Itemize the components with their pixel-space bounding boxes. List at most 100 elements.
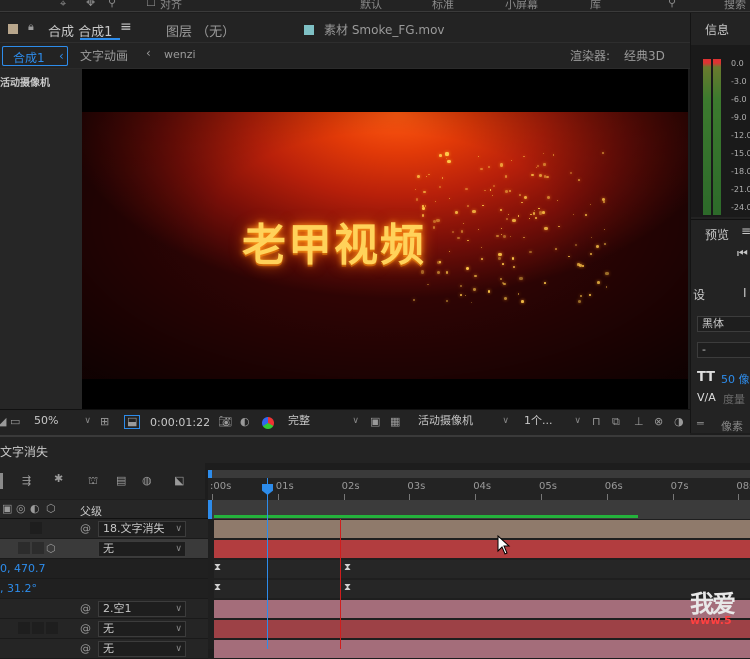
layer-duration-bar[interactable]: [214, 620, 750, 638]
search-label[interactable]: 搜索: [724, 0, 746, 11]
reset-exposure-icon[interactable]: ◑: [674, 416, 684, 428]
lock-icon[interactable]: 🔒︎: [28, 20, 34, 34]
indent-label[interactable]: 像素: [721, 418, 743, 434]
timeline-icon[interactable]: ⊥: [634, 416, 644, 428]
search-box-edge[interactable]: [0, 473, 3, 489]
font-size-value[interactable]: 50 像: [721, 371, 750, 387]
layer-row[interactable]: @ 无 ∨: [0, 619, 750, 639]
layer-duration-bar[interactable]: [214, 600, 750, 618]
menu-icon[interactable]: ≡: [741, 224, 750, 238]
particle-spark: [543, 163, 546, 166]
particle-spark: [474, 274, 477, 277]
parent-select[interactable]: 无 ∨: [98, 641, 186, 657]
view-layout-select[interactable]: 1个... ∨: [520, 414, 584, 431]
breadcrumb-text-anim[interactable]: 文字动画: [80, 47, 128, 64]
prev-frame-icon[interactable]: ⏮: [737, 246, 748, 261]
keyframe-icon[interactable]: ⧗: [214, 562, 221, 573]
tracking-label[interactable]: 度量: [723, 391, 745, 407]
resolution-select[interactable]: 完整 ∨: [284, 414, 362, 431]
layer-duration-bar[interactable]: [214, 540, 750, 558]
channel-icon[interactable]: [262, 417, 274, 429]
pickwhip-icon[interactable]: @: [80, 623, 91, 635]
comp-mini-flowchart-icon[interactable]: ⇶: [22, 475, 31, 487]
tab-layer[interactable]: 图层 （无）: [166, 21, 235, 40]
3d-layer-icon[interactable]: ⬡: [46, 543, 56, 555]
chevron-left-icon: ‹: [146, 46, 151, 60]
layer-row[interactable]: @ 18.文字消失 ∨: [0, 519, 750, 539]
pickwhip-icon[interactable]: @: [80, 643, 91, 655]
graph-editor-icon[interactable]: ⬕: [174, 475, 184, 487]
work-area-bar[interactable]: [208, 470, 750, 478]
draft3d-icon[interactable]: ✱: [54, 473, 63, 485]
property-value[interactable]: , 31.2°: [0, 582, 37, 595]
layer-row[interactable]: @ 无 ∨: [0, 639, 750, 659]
property-value[interactable]: 0, 470.7: [0, 562, 45, 575]
particle-spark: [577, 299, 581, 303]
search-icon[interactable]: ⚲: [668, 0, 676, 9]
parent-column-header: 父级: [80, 505, 102, 518]
frame-blend-icon[interactable]: ▤: [116, 475, 126, 487]
zoom-tool-icon[interactable]: ⚲: [108, 0, 116, 9]
layer-duration-bar[interactable]: [214, 640, 750, 658]
particle-spark: [459, 284, 462, 287]
property-track: ⧗ ⧗: [214, 580, 750, 598]
workspace-default[interactable]: 默认: [360, 0, 382, 11]
playhead-line[interactable]: [267, 478, 268, 649]
layer-duration-bar[interactable]: [214, 520, 750, 538]
camera-view-select[interactable]: 活动摄像机 ∨: [414, 414, 512, 431]
pickwhip-icon[interactable]: @: [80, 523, 91, 535]
pickwhip-icon[interactable]: @: [80, 603, 91, 615]
layer-row[interactable]: @ 2.空1 ∨: [0, 599, 750, 619]
parent-select[interactable]: 无 ∨: [98, 621, 186, 637]
parent-select[interactable]: 18.文字消失 ∨: [98, 521, 186, 537]
composition-viewer[interactable]: 老甲视频: [82, 69, 688, 409]
font-style-select[interactable]: -: [697, 342, 750, 358]
toggle-icon[interactable]: ◢: [0, 416, 6, 428]
parent-select[interactable]: 2.空1 ∨: [98, 601, 186, 617]
snap-checkbox[interactable]: ☐: [146, 0, 156, 9]
transparency-grid-icon[interactable]: ▦: [390, 416, 400, 428]
tab-footage[interactable]: 素材 Smoke_FG.mov: [324, 21, 445, 38]
zoom-select[interactable]: 50% ∨: [30, 414, 94, 431]
shy-icon[interactable]: ⛫: [88, 475, 98, 487]
particle-spark: [603, 200, 606, 203]
keyframe-icon[interactable]: ⧗: [214, 582, 221, 593]
monitor-icon[interactable]: ▭: [10, 416, 20, 428]
property-row[interactable]: 0, 470.7 ⧗ ⧗: [0, 559, 750, 579]
flowchart-icon[interactable]: ⊗: [654, 416, 663, 428]
region-interest-icon[interactable]: ▣: [370, 416, 380, 428]
work-area-start[interactable]: [208, 470, 212, 478]
timeline-tab-title[interactable]: 文字消失: [0, 443, 48, 460]
particle-spark: [497, 257, 501, 261]
property-row[interactable]: , 31.2° ⧗ ⧗: [0, 579, 750, 599]
ruler-tick-label: 04s: [473, 481, 492, 492]
menu-icon[interactable]: ≡: [120, 19, 132, 35]
motion-blur-icon[interactable]: ◍: [142, 475, 152, 487]
workspace-small-screen[interactable]: 小屏幕: [505, 0, 538, 11]
workspace-standard[interactable]: 标准: [432, 0, 454, 11]
font-family-select[interactable]: 黑体: [697, 316, 750, 332]
particle-spark: [495, 234, 499, 238]
grid-icon[interactable]: ⊞: [100, 416, 109, 428]
camera-snapshot-icon[interactable]: 📷︎: [218, 416, 232, 428]
render-frame: 老甲视频: [82, 112, 688, 379]
particle-spark: [581, 264, 585, 268]
keyframe-icon[interactable]: ⧗: [344, 562, 351, 573]
show-snapshot-icon[interactable]: ◐: [240, 416, 250, 428]
particle-spark: [504, 175, 507, 178]
pan-tool-icon[interactable]: ✥: [86, 0, 95, 9]
workspace-library[interactable]: 库: [590, 0, 601, 11]
fast-preview-icon[interactable]: ⧉: [612, 416, 620, 428]
mask-toggle-icon[interactable]: ⬓: [124, 415, 141, 429]
selection-tool-icon[interactable]: ⌖: [60, 0, 66, 11]
parent-select[interactable]: 无 ∨: [98, 541, 186, 557]
pixel-aspect-icon[interactable]: ⊓: [592, 416, 601, 428]
time-ruler[interactable]: :00s 01s 02s 03s 04s 05s 06s 07s 08s: [208, 470, 750, 500]
layer-row-selected[interactable]: ⬡ 无 ∨: [0, 539, 750, 559]
renderer-value[interactable]: 经典3D: [624, 47, 665, 64]
keyframe-icon[interactable]: ⧗: [344, 582, 351, 593]
current-timecode[interactable]: 0:00:01:22: [150, 416, 210, 429]
breadcrumb-current[interactable]: 合成1 ‹: [2, 46, 68, 66]
kerning-icon: V/A: [697, 391, 716, 404]
breadcrumb-wenzi[interactable]: wenzi: [164, 48, 196, 61]
